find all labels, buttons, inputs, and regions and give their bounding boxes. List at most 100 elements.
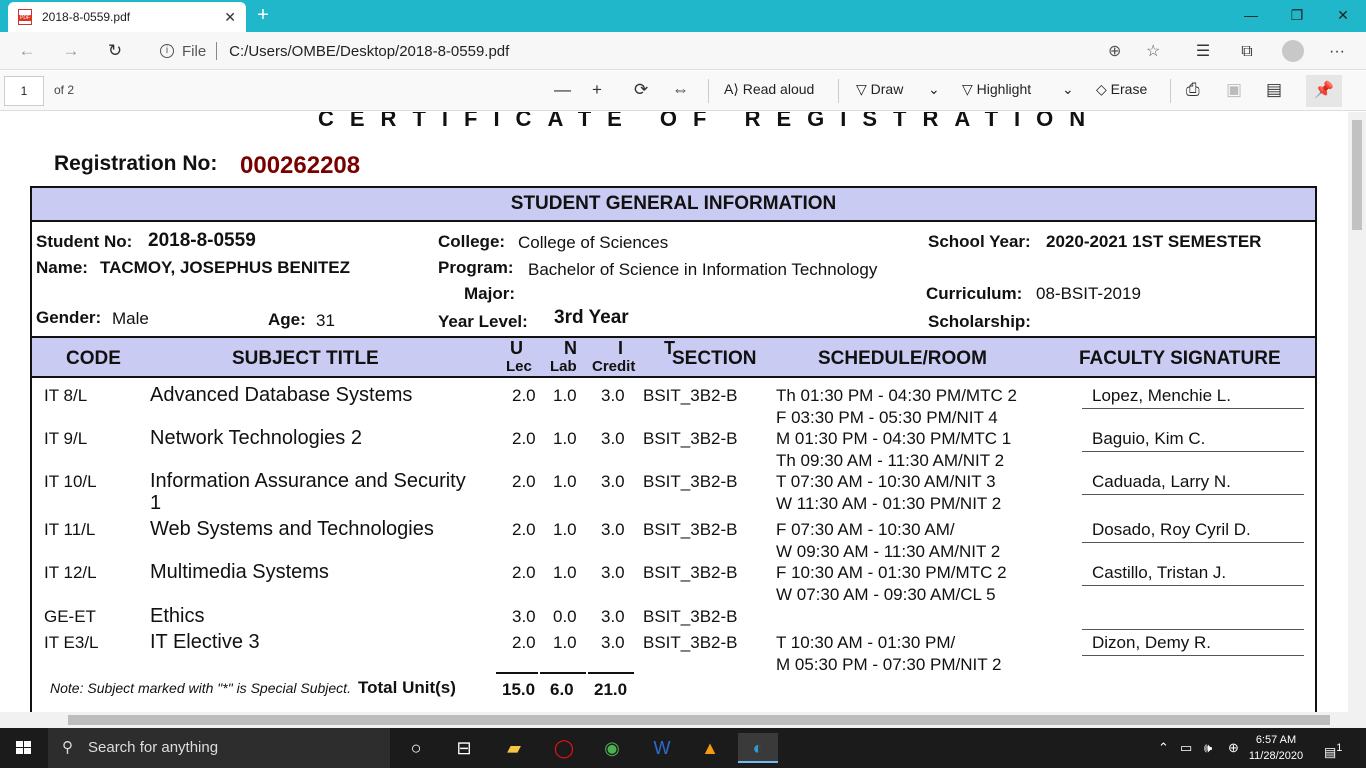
save-icon[interactable]: ▣ — [1226, 80, 1242, 100]
read-aloud-button[interactable]: A⟩ Read aloud — [724, 81, 814, 98]
certificate-title: CERTIFICATE OF REGISTRATION — [318, 112, 1102, 131]
restore-button[interactable]: ❐ — [1274, 4, 1320, 26]
pin-toolbar-icon[interactable]: 📌 — [1306, 75, 1342, 107]
vertical-scrollbar[interactable] — [1348, 112, 1366, 712]
more-menu-icon[interactable]: ··· — [1326, 41, 1348, 63]
volume-icon[interactable]: 🕪 — [1204, 728, 1212, 768]
gender: Male — [112, 309, 149, 328]
vertical-scroll-thumb[interactable] — [1352, 120, 1362, 230]
timeline-icon[interactable]: ⊟ — [444, 733, 484, 763]
refresh-icon[interactable]: ↻ — [104, 40, 126, 62]
subject-schedule-1: T 10:30 AM - 01:30 PM/ — [776, 633, 956, 652]
forward-icon[interactable]: → — [60, 40, 82, 62]
total-credit: 21.0 — [594, 680, 628, 699]
subject-code: IT 9/L — [44, 429, 88, 448]
subject-schedule-2: M 05:30 PM - 07:30 PM/NIT 2 — [776, 655, 1002, 674]
subject-schedule-2: W 11:30 AM - 01:30 PM/NIT 2 — [776, 494, 1002, 513]
tab-bar: 2018-8-0559.pdf ✕ + — ❐ ✕ — [0, 0, 1366, 32]
task-view-icon[interactable]: ○ — [396, 733, 436, 763]
search-icon: ⚲ — [62, 739, 73, 756]
subject-lec: 3.0 — [512, 607, 536, 626]
fit-page-icon[interactable]: ⇔ — [672, 80, 689, 100]
signature-line — [1082, 408, 1304, 409]
collections-icon[interactable]: ⧉ — [1236, 41, 1258, 63]
faculty-name: Baguio, Kim C. — [1092, 429, 1206, 448]
subject-section: BSIT_3B2-B — [643, 386, 738, 405]
notification-count: 1 — [1336, 742, 1343, 754]
page-number-input[interactable]: 1 — [4, 76, 44, 106]
save-as-icon[interactable]: ▤ — [1266, 80, 1282, 100]
highlight-dropdown-icon[interactable]: ⌄ — [1062, 81, 1074, 98]
clock-date: 11/28/2020 — [1248, 750, 1304, 762]
subject-lab: 0.0 — [553, 607, 577, 626]
file-explorer-icon[interactable]: ▰ — [494, 733, 534, 763]
zoom-icon[interactable]: ⊕ — [1108, 41, 1121, 61]
highlight-button[interactable]: ▽ Highlight — [962, 81, 1031, 98]
erase-button[interactable]: ◇ Erase — [1096, 81, 1147, 98]
subject-schedule-2: W 09:30 AM - 11:30 AM/NIT 2 — [776, 542, 1001, 561]
battery-icon[interactable]: ▭ — [1180, 728, 1192, 768]
subject-lab: 1.0 — [553, 472, 577, 491]
horizontal-scroll-thumb[interactable] — [68, 715, 1330, 725]
notifications-icon[interactable]: ▤1 — [1324, 728, 1342, 768]
new-tab-button[interactable]: + — [252, 4, 274, 26]
zoom-out-icon[interactable]: — — [554, 80, 571, 100]
subject-schedule-1: F 10:30 AM - 01:30 PM/MTC 2 — [776, 563, 1007, 582]
subject-lab: 1.0 — [553, 386, 577, 405]
subject-section: BSIT_3B2-B — [643, 633, 738, 652]
tab-close-icon[interactable]: ✕ — [224, 9, 236, 26]
eraser-icon: ◇ — [1096, 81, 1111, 97]
total-credit-rule — [588, 672, 634, 674]
highlight-icon: ▽ — [962, 81, 977, 97]
horizontal-scrollbar[interactable] — [0, 712, 1366, 728]
edge-icon[interactable]: ◐ — [738, 733, 778, 763]
special-subject-note: Note: Subject marked with "*" is Special… — [50, 680, 351, 696]
subject-credit: 3.0 — [601, 633, 625, 652]
url-text[interactable]: C:/Users/OMBE/Desktop/2018-8-0559.pdf — [229, 43, 509, 60]
close-window-button[interactable]: ✕ — [1320, 4, 1366, 26]
subject-lec: 2.0 — [512, 472, 536, 491]
url-field[interactable]: i File C:/Users/OMBE/Desktop/2018-8-0559… — [146, 37, 1180, 65]
info-icon[interactable]: i — [160, 44, 174, 58]
favorites-icon[interactable]: ☰ — [1192, 41, 1214, 63]
lab-header: Lab — [550, 358, 577, 375]
faculty-name: Dosado, Roy Cyril D. — [1092, 520, 1251, 539]
curriculum-label: Curriculum: — [926, 284, 1023, 303]
draw-dropdown-icon[interactable]: ⌄ — [928, 81, 940, 98]
print-icon[interactable]: ⎙ — [1186, 80, 1200, 100]
url-divider — [216, 42, 218, 60]
pdf-page: CERTIFICATE OF REGISTRATION Registration… — [0, 112, 1348, 712]
favorite-star-icon[interactable]: ☆ — [1146, 41, 1160, 61]
clock[interactable]: 6:57 AM 11/28/2020 — [1246, 732, 1306, 764]
vlc-icon[interactable]: ▲ — [690, 733, 730, 763]
taskbar-search[interactable]: ⚲ Search for anything — [48, 728, 390, 768]
highlight-label: Highlight — [976, 81, 1032, 97]
credit-header: Credit — [592, 358, 636, 375]
minimize-button[interactable]: — — [1228, 4, 1274, 26]
signature-line — [1082, 655, 1304, 656]
total-units-label: Total Unit(s) — [358, 678, 456, 697]
word-icon[interactable]: W — [642, 733, 682, 763]
total-lab: 6.0 — [550, 680, 574, 699]
subject-lab: 1.0 — [553, 563, 577, 582]
subject-lec: 2.0 — [512, 633, 536, 652]
rotate-icon[interactable]: ⟳ — [634, 80, 648, 100]
tray-expand-icon[interactable]: ⌃ — [1158, 728, 1169, 768]
start-button[interactable] — [0, 728, 48, 768]
profile-avatar[interactable] — [1282, 40, 1304, 62]
subject-lec: 2.0 — [512, 386, 536, 405]
name-label: Name: — [36, 258, 88, 277]
signature-line — [1082, 494, 1304, 495]
back-icon[interactable]: ← — [16, 40, 38, 62]
faculty-name: Caduada, Larry N. — [1092, 472, 1231, 491]
clock-time: 6:57 AM — [1255, 734, 1297, 746]
zoom-in-icon[interactable]: + — [592, 80, 602, 100]
chrome-icon[interactable]: ◉ — [592, 733, 632, 763]
draw-button[interactable]: ▽ Draw — [856, 81, 903, 98]
subject-title-header: SUBJECT TITLE — [232, 348, 379, 369]
network-icon[interactable]: ⊕ — [1228, 728, 1239, 768]
program-label: Program: — [438, 258, 514, 277]
address-bar: ← → ↻ i File C:/Users/OMBE/Desktop/2018-… — [0, 32, 1366, 70]
opera-icon[interactable]: ◯ — [544, 733, 584, 763]
tab-pdf[interactable]: 2018-8-0559.pdf ✕ — [8, 2, 246, 32]
